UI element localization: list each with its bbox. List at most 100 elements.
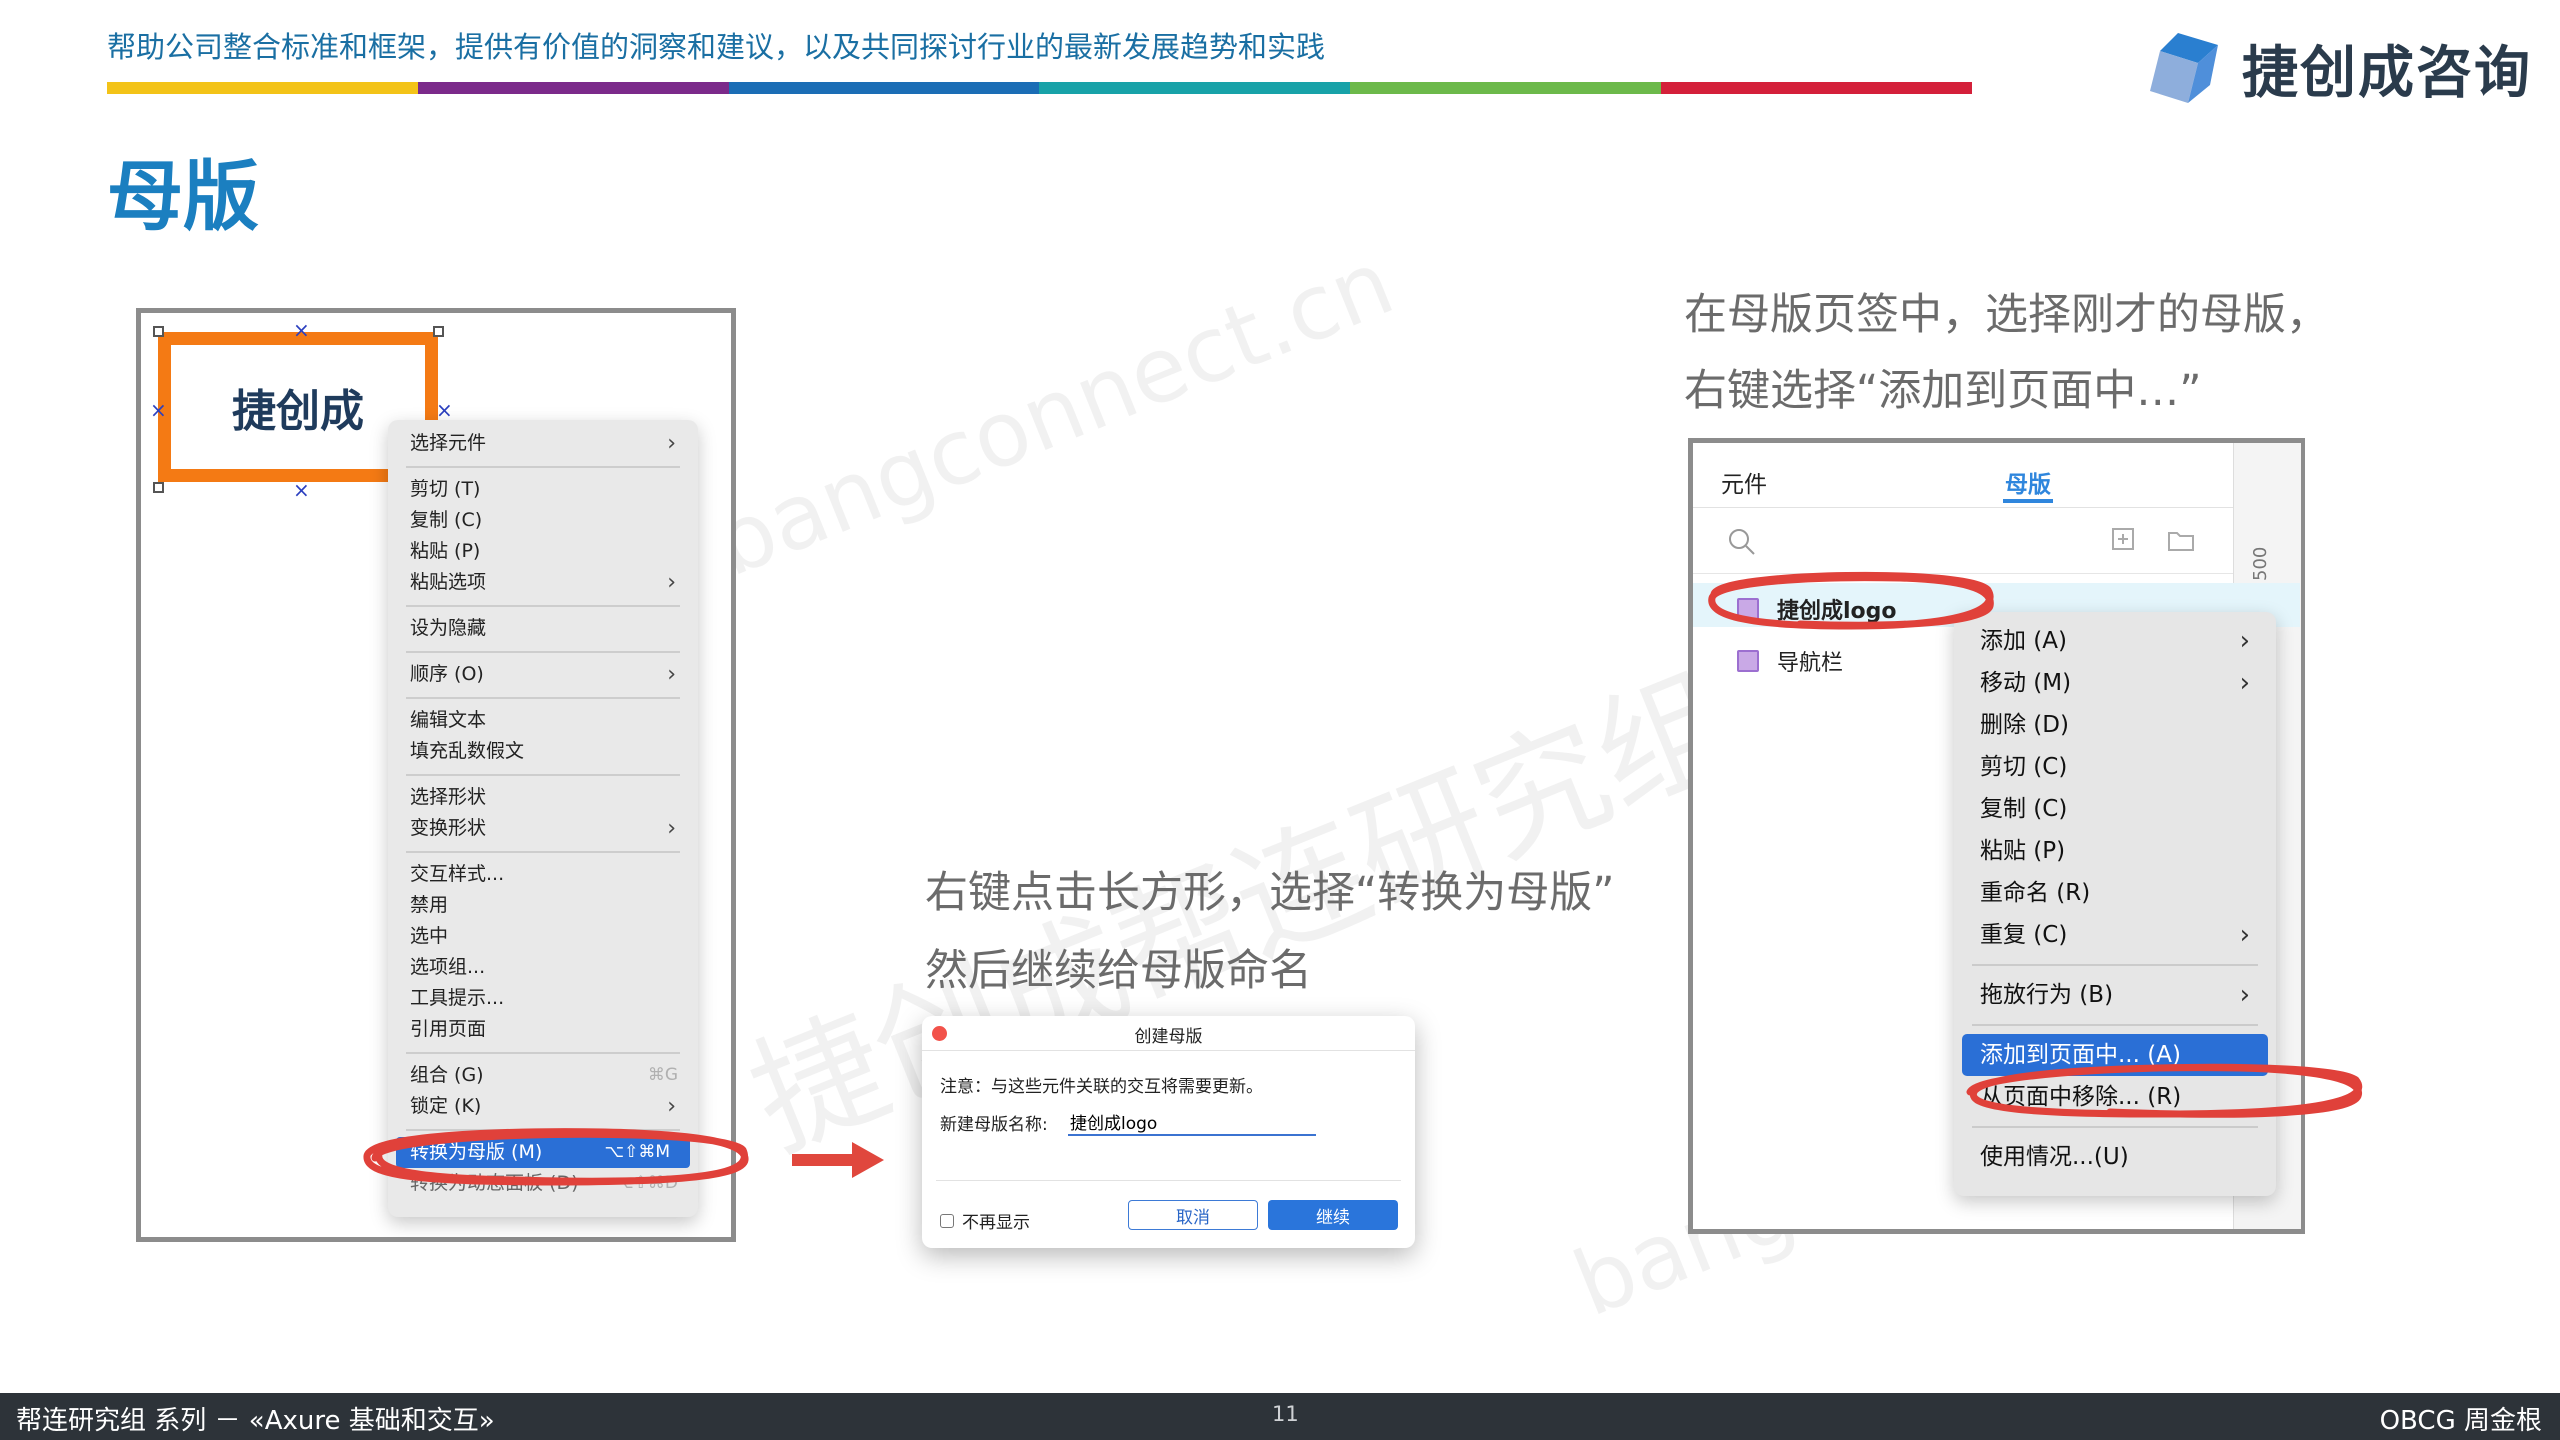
resize-x-icon[interactable]: × — [293, 480, 310, 500]
resize-x-icon[interactable]: × — [293, 320, 310, 340]
menu-separator — [406, 651, 680, 653]
menu-item[interactable]: 复制 (C) — [1954, 788, 2276, 830]
colorbar-segment — [1661, 82, 1972, 94]
menu-item-label: 剪切 (C) — [1980, 754, 2068, 780]
menu-item[interactable]: 禁用 — [388, 890, 698, 921]
caption-step-2b: 右键选择“添加到页面中…” — [1684, 366, 2202, 416]
chevron-right-icon: › — [2239, 626, 2250, 656]
brand-name: 捷创成咨询 — [2242, 41, 2532, 106]
chevron-right-icon: › — [667, 816, 676, 841]
menu-item[interactable]: 选择形状 — [388, 782, 698, 813]
brand-logo: 捷创成咨询 — [2140, 28, 2532, 109]
menu-item-label: 复制 (C) — [1980, 796, 2068, 822]
master-name-label: 新建母版名称: — [940, 1115, 1048, 1135]
menu-item[interactable]: 移动 (M) › — [1954, 662, 2276, 704]
menu-item[interactable]: 从页面中移除... (R) — [1954, 1076, 2276, 1118]
menu-item-label: 填充乱数假文 — [410, 740, 525, 762]
menu-item[interactable]: 设为隐藏 — [388, 613, 698, 644]
divider — [1693, 573, 2233, 574]
menu-item[interactable]: 组合 (G) ⌘G — [388, 1060, 698, 1091]
menu-item-label: 添加到页面中... (A) — [1980, 1042, 2181, 1068]
dialog-title: 创建母版 — [1134, 1027, 1203, 1047]
colorbar-segment — [1039, 82, 1351, 94]
menu-item[interactable]: 转换为母版 (M) ⌥⇧⌘M — [396, 1137, 690, 1168]
widget-text: 捷创成 — [232, 386, 364, 437]
menu-item[interactable]: 删除 (D) — [1954, 704, 2276, 746]
menu-item[interactable]: 选择元件 › — [388, 428, 698, 459]
menu-item[interactable]: 使用情况...(U) — [1954, 1136, 2276, 1178]
menu-item[interactable]: 重复 (C) › — [1954, 914, 2276, 956]
menu-item-label: 删除 (D) — [1980, 712, 2069, 738]
master-page-icon — [1737, 598, 1759, 620]
watermark-url: bangconnect.cn — [700, 230, 1408, 598]
caption-step-1b: 然后继续给母版命名 — [925, 946, 1312, 996]
master-name-input[interactable] — [1068, 1108, 1316, 1136]
chevron-right-icon: › — [667, 570, 676, 595]
menu-item[interactable]: 剪切 (C) — [1954, 746, 2276, 788]
caption-step-2: 在母版页签中，选择刚才的母版， — [1684, 290, 2329, 340]
colorbar-segment — [728, 82, 1040, 94]
menu-item-label: 编辑文本 — [410, 709, 487, 731]
tab-masters[interactable]: 母版 — [2005, 465, 2051, 499]
menu-item-label: 设为隐藏 — [410, 617, 487, 639]
menu-item-label: 复制 (C) — [410, 509, 483, 531]
add-folder-icon[interactable] — [2167, 529, 2195, 553]
search-icon[interactable] — [1727, 527, 1757, 557]
panel-tabs: 元件 母版 — [1693, 443, 2233, 508]
menu-item-label: 重命名 (R) — [1980, 880, 2091, 906]
menu-item[interactable]: 锁定 (K) › — [388, 1091, 698, 1122]
menu-item[interactable]: 变换形状 › — [388, 813, 698, 844]
tab-widgets[interactable]: 元件 — [1721, 465, 1767, 499]
menu-item-label: 添加 (A) — [1980, 628, 2067, 654]
continue-button[interactable]: 继续 — [1268, 1200, 1398, 1230]
menu-item[interactable]: 粘贴 (P) — [1954, 830, 2276, 872]
add-master-icon[interactable] — [2111, 527, 2135, 551]
menu-item[interactable]: 填充乱数假文 — [388, 736, 698, 767]
menu-item[interactable]: 选项组... — [388, 952, 698, 983]
selection-handle[interactable] — [433, 326, 444, 337]
selection-handle[interactable] — [153, 326, 164, 337]
menu-item[interactable]: 选中 — [388, 921, 698, 952]
menu-item-label: 顺序 (O) — [410, 663, 484, 685]
menu-separator — [406, 1052, 680, 1054]
menu-item[interactable]: 顺序 (O) › — [388, 659, 698, 690]
master-item-logo[interactable]: 捷创成logo — [1737, 593, 1897, 625]
menu-item[interactable]: 剪切 (T) — [388, 474, 698, 505]
menu-shortcut: ⌥⇧⌘M — [604, 1142, 670, 1162]
master-page-icon — [1737, 650, 1759, 672]
menu-item[interactable]: 引用页面 — [388, 1014, 698, 1045]
menu-item[interactable]: 添加到页面中... (A) — [1962, 1034, 2268, 1076]
menu-item[interactable]: 转换为动态面板 (D) ⌥⇧⌘D — [388, 1168, 698, 1199]
menu-item[interactable]: 交互样式... — [388, 859, 698, 890]
master-item-nav[interactable]: 导航栏 — [1737, 645, 1843, 677]
menu-item[interactable]: 工具提示... — [388, 983, 698, 1014]
menu-item-label: 选中 — [410, 925, 449, 947]
chevron-right-icon: › — [2239, 920, 2250, 950]
resize-x-icon[interactable]: × — [150, 400, 167, 420]
menu-item-label: 使用情况...(U) — [1980, 1144, 2129, 1170]
menu-item-label: 拖放行为 (B) — [1980, 982, 2114, 1008]
checkbox-box[interactable] — [940, 1213, 954, 1228]
menu-item-label: 选项组... — [410, 956, 486, 978]
context-menu-widget: 选择元件 › 剪切 (T) 复制 (C) 粘贴 (P) 粘贴选项 › 设为隐藏 顺序 (O) › 编… — [388, 420, 698, 1217]
resize-x-icon[interactable]: × — [436, 400, 453, 420]
menu-item[interactable]: 复制 (C) — [388, 505, 698, 536]
menu-item[interactable]: 拖放行为 (B) › — [1954, 974, 2276, 1016]
cancel-button[interactable]: 取消 — [1128, 1200, 1258, 1230]
menu-separator — [1972, 1126, 2258, 1128]
chevron-right-icon: › — [2239, 980, 2250, 1010]
menu-item-label: 重复 (C) — [1980, 922, 2068, 948]
dont-show-label: 不再显示 — [962, 1213, 1030, 1233]
menu-item[interactable]: 添加 (A) › — [1954, 620, 2276, 662]
menu-item[interactable]: 重命名 (R) — [1954, 872, 2276, 914]
selection-handle[interactable] — [153, 482, 164, 493]
menu-item[interactable]: 编辑文本 — [388, 705, 698, 736]
dont-show-checkbox[interactable]: 不再显示 — [940, 1208, 1030, 1233]
menu-item-label: 工具提示... — [410, 987, 505, 1009]
menu-item-label: 从页面中移除... (R) — [1980, 1084, 2182, 1110]
menu-item[interactable]: 粘贴 (P) — [388, 536, 698, 567]
dialog-note: 注意：与这些元件关联的交互将需要更新。 — [940, 1077, 1263, 1097]
menu-shortcut: ⌘G — [647, 1065, 678, 1085]
menu-item[interactable]: 粘贴选项 › — [388, 567, 698, 598]
caption-step-1: 右键点击长方形，选择“转换为母版” — [925, 868, 1615, 918]
